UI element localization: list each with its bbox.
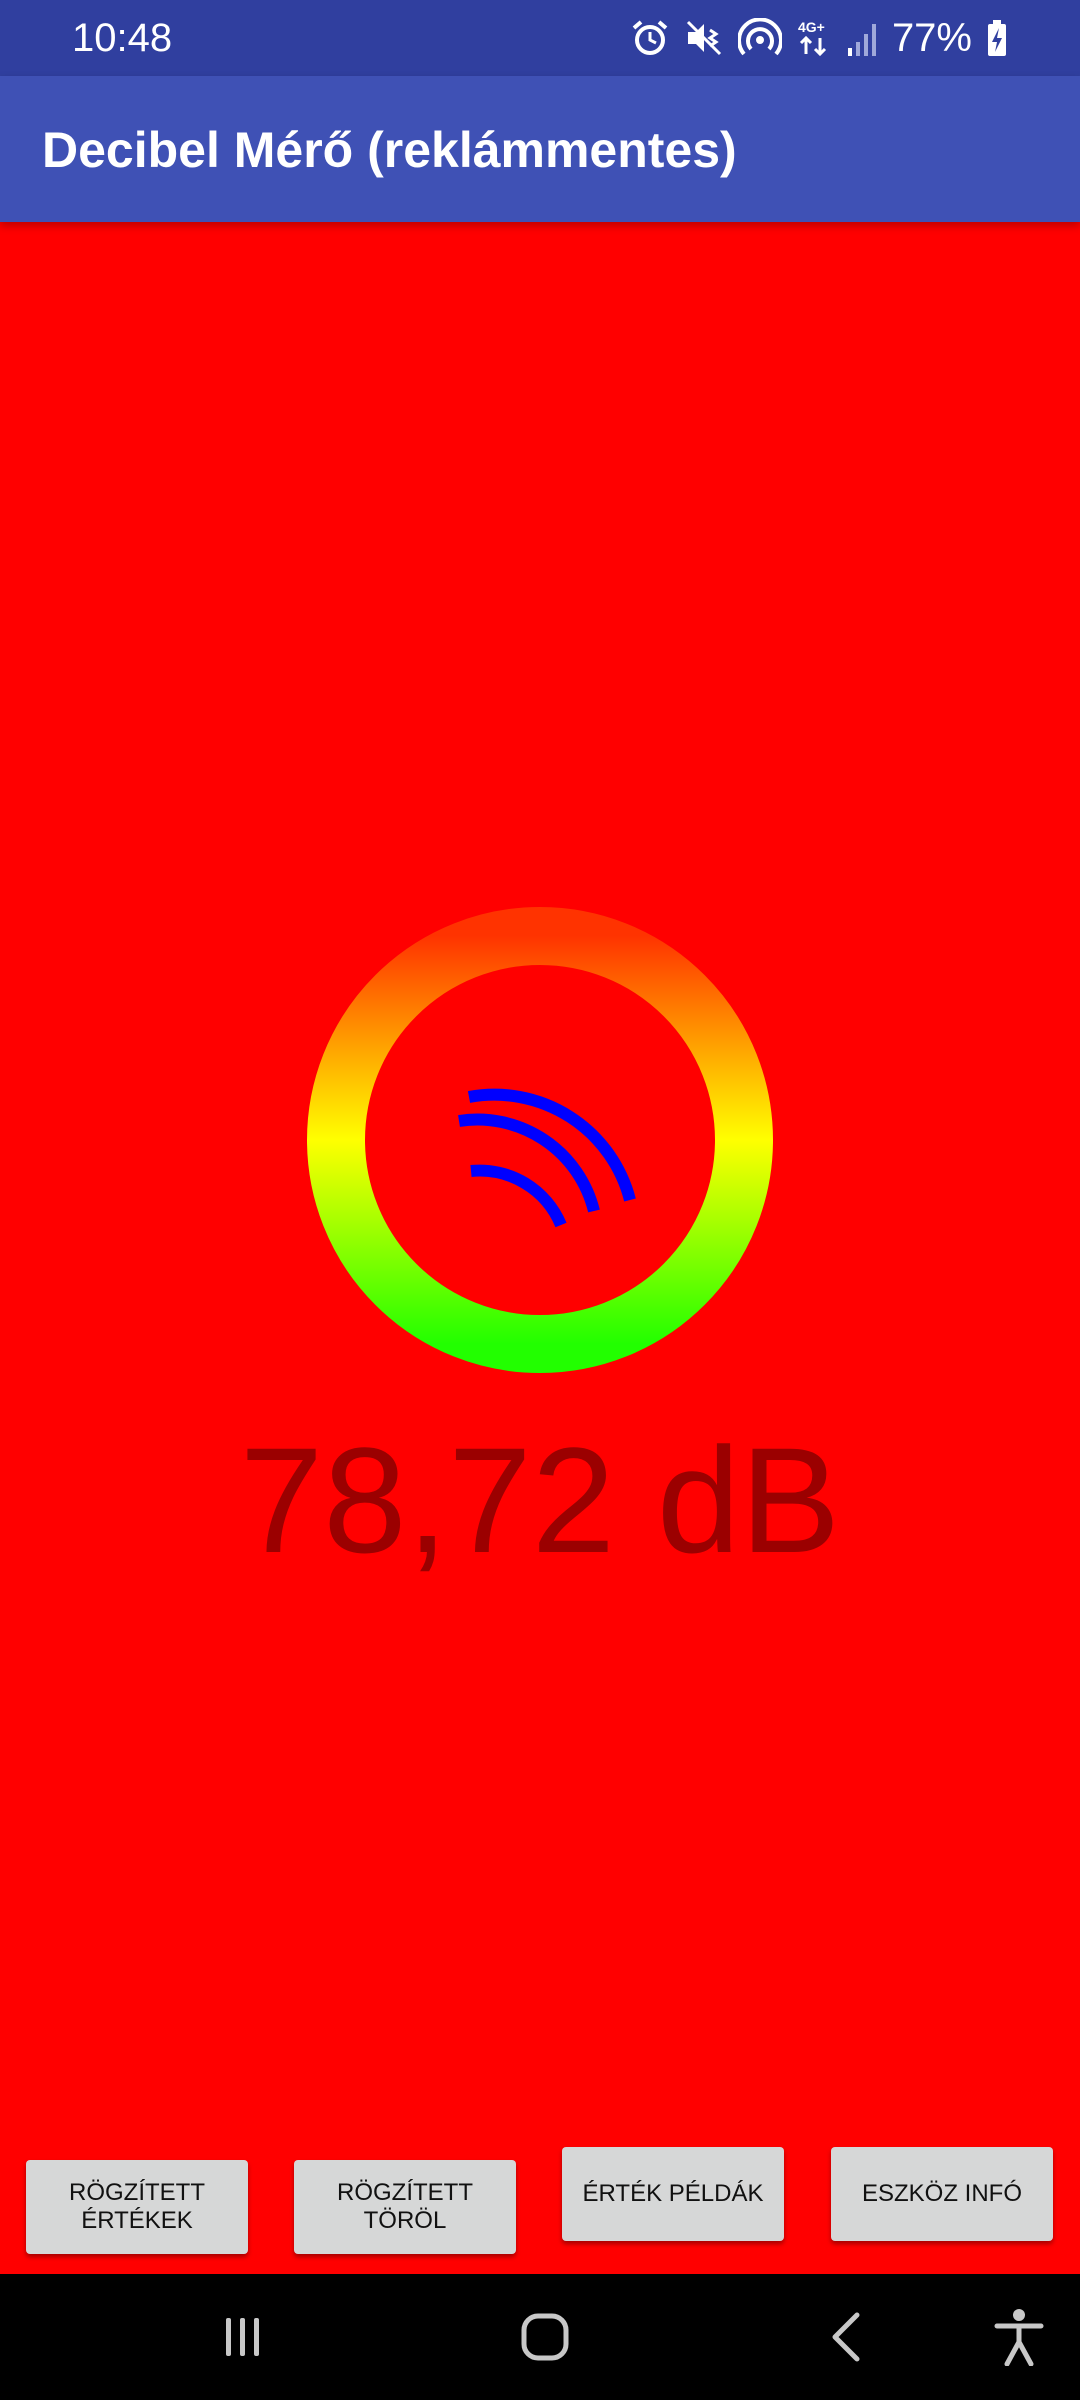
home-icon xyxy=(521,2313,569,2361)
accessibility-button[interactable] xyxy=(984,2304,1054,2370)
decibel-meter xyxy=(305,905,775,1375)
back-button[interactable] xyxy=(812,2304,882,2370)
recorded-values-button[interactable]: RÖGZÍTETT ÉRTÉKEK xyxy=(26,2160,248,2254)
device-info-button[interactable]: ESZKÖZ INFÓ xyxy=(831,2147,1053,2241)
navigation-bar xyxy=(0,2274,1080,2400)
hotspot-icon xyxy=(737,18,782,58)
status-time: 10:48 xyxy=(72,16,173,60)
app-screen: 10:48 4G+ 77% Decibel Mérő (reklámmentes… xyxy=(0,0,1080,2400)
decibel-reading: 78,72 dB xyxy=(239,1416,841,1584)
recent-apps-button[interactable] xyxy=(208,2304,278,2370)
status-bar: 10:48 4G+ 77% xyxy=(0,0,1080,76)
status-icons: 4G+ 77% xyxy=(630,14,1008,62)
battery-percent: 77% xyxy=(891,16,972,60)
recent-apps-icon xyxy=(226,2318,259,2356)
battery-charging-icon xyxy=(986,18,1008,58)
home-button[interactable] xyxy=(510,2304,580,2370)
alarm-icon xyxy=(630,18,670,58)
accessibility-icon xyxy=(994,2309,1044,2366)
network-type-label: 4G+ xyxy=(798,19,825,35)
delete-recorded-button[interactable]: RÖGZÍTETT TÖRÖL xyxy=(294,2160,516,2254)
app-bar: Decibel Mérő (reklámmentes) xyxy=(0,76,1080,222)
sound-waves-icon xyxy=(458,1088,636,1228)
app-title: Decibel Mérő (reklámmentes) xyxy=(42,122,737,178)
value-examples-button[interactable]: ÉRTÉK PÉLDÁK xyxy=(562,2147,784,2241)
signal-icon xyxy=(846,18,878,58)
back-icon xyxy=(832,2312,860,2362)
mute-vibrate-icon xyxy=(684,18,724,58)
network-4g-icon: 4G+ xyxy=(796,18,832,58)
